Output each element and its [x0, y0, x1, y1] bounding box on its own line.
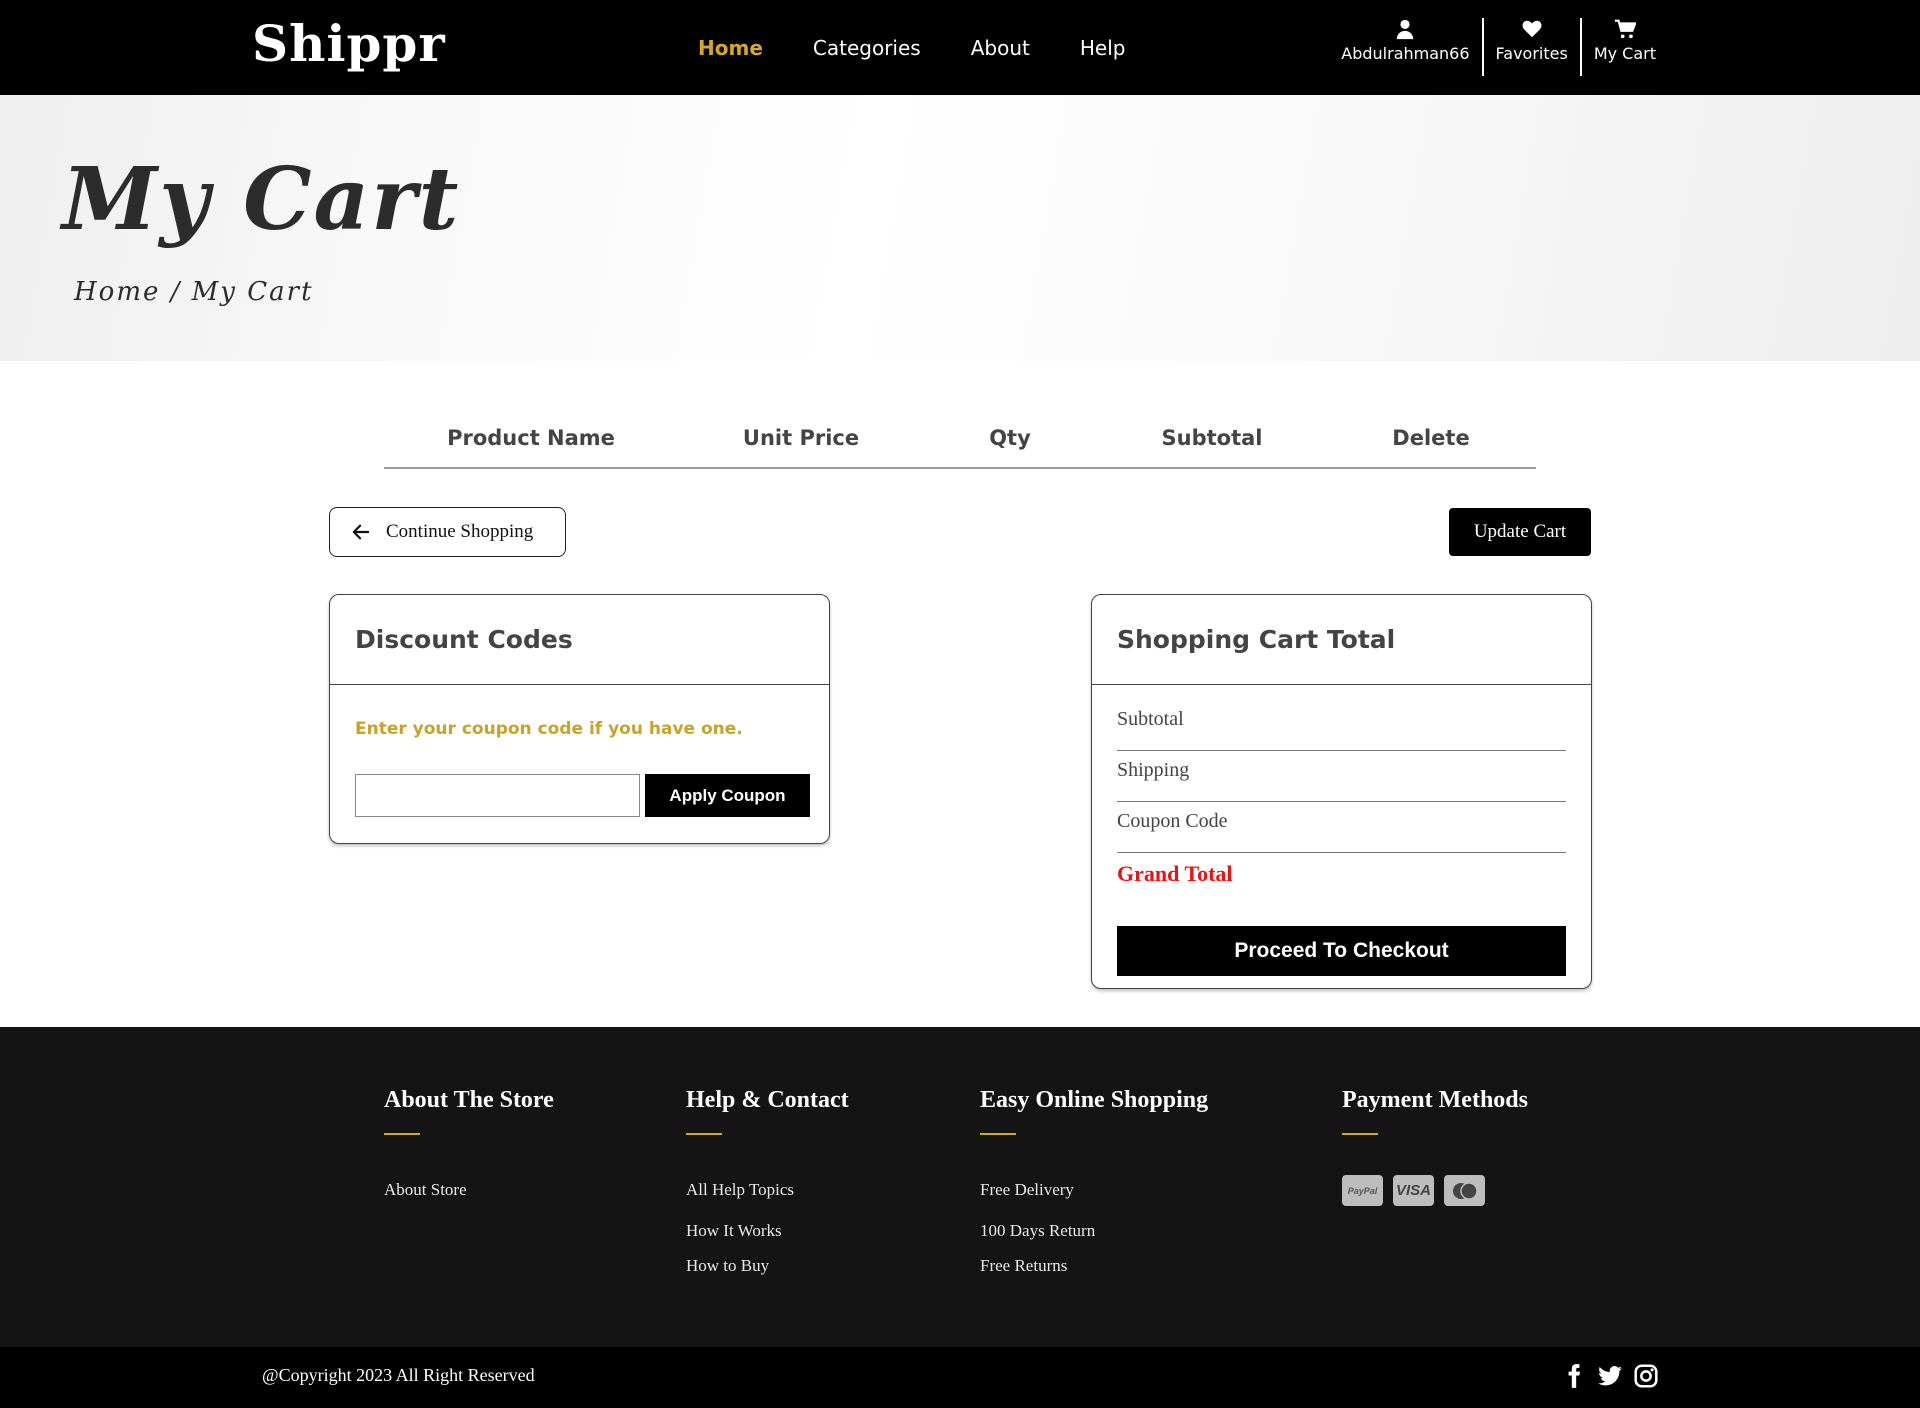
instagram-icon[interactable] — [1633, 1363, 1659, 1389]
breadcrumb-home[interactable]: Home — [74, 277, 160, 307]
brand-logo[interactable]: Shippr — [252, 14, 446, 73]
footer-link-how-it-works[interactable]: How It Works — [686, 1221, 849, 1241]
navbar: Shippr Home Categories About Help Abdulr… — [0, 0, 1920, 95]
footer-col-about: About The Store About Store — [384, 1087, 554, 1200]
column-subtotal: Subtotal — [1161, 426, 1263, 450]
account-username: Abdulrahman66 — [1341, 44, 1470, 63]
page-hero: My Cart Home / My Cart — [0, 95, 1920, 361]
coupon-input[interactable] — [355, 774, 640, 817]
footer-link-100-days-return[interactable]: 100 Days Return — [980, 1221, 1208, 1241]
mastercard-circles — [1452, 1181, 1478, 1200]
discount-codes-panel: Discount Codes Enter your coupon code if… — [329, 594, 830, 844]
footer-underline — [384, 1133, 420, 1135]
total-row-shipping: Shipping — [1117, 751, 1566, 802]
column-product-name: Product Name — [447, 426, 615, 450]
footer-link-free-returns[interactable]: Free Returns — [980, 1256, 1208, 1276]
cart-table-header: Product Name Unit Price Qty Subtotal Del… — [384, 424, 1536, 469]
footer-link-how-to-buy[interactable]: How to Buy — [686, 1256, 849, 1276]
nav-home[interactable]: Home — [698, 36, 763, 60]
footer-col-shopping: Easy Online Shopping Free Delivery 100 D… — [980, 1087, 1208, 1276]
footer-link-about-store[interactable]: About Store — [384, 1180, 554, 1200]
column-delete: Delete — [1392, 426, 1470, 450]
coupon-hint: Enter your coupon code if you have one. — [355, 719, 743, 739]
footer-heading-payment: Payment Methods — [1342, 1087, 1528, 1113]
continue-shopping-button[interactable]: Continue Shopping — [329, 507, 566, 557]
footer-underline — [686, 1133, 722, 1135]
footer-underline — [1342, 1133, 1378, 1135]
visa-text: VISA — [1395, 1182, 1431, 1199]
cart-button[interactable]: My Cart — [1579, 18, 1668, 76]
breadcrumb: Home / My Cart — [74, 277, 314, 307]
footer-col-help: Help & Contact All Help Topics How It Wo… — [686, 1087, 849, 1276]
payment-icons: PayPal VISA — [1342, 1175, 1528, 1206]
favorites-button[interactable]: Favorites — [1481, 18, 1580, 76]
cart-total-panel: Shopping Cart Total Subtotal Shipping Co… — [1091, 594, 1592, 989]
cart-icon — [1614, 19, 1636, 39]
nav-help[interactable]: Help — [1080, 36, 1126, 60]
grand-total-label: Grand Total — [1117, 861, 1233, 886]
facebook-icon[interactable] — [1561, 1363, 1587, 1389]
paypal-icon: PayPal — [1342, 1175, 1383, 1206]
apply-coupon-button[interactable]: Apply Coupon — [645, 774, 810, 817]
nav-about[interactable]: About — [971, 36, 1030, 60]
breadcrumb-current: My Cart — [191, 277, 314, 307]
breadcrumb-separator: / — [170, 277, 182, 307]
footer-col-payment: Payment Methods PayPal VISA — [1342, 1087, 1528, 1206]
bottom-bar: @Copyright 2023 All Right Reserved — [0, 1347, 1920, 1408]
user-icon — [1397, 19, 1414, 40]
discount-codes-title: Discount Codes — [330, 595, 829, 685]
heart-icon — [1522, 20, 1542, 38]
footer-heading-help: Help & Contact — [686, 1087, 849, 1113]
page-title: My Cart — [62, 149, 461, 250]
continue-shopping-label: Continue Shopping — [386, 521, 534, 542]
total-rows: Subtotal Shipping Coupon Code Grand Tota… — [1117, 700, 1566, 904]
main-nav: Home Categories About Help — [698, 36, 1125, 60]
social-links — [1561, 1363, 1659, 1389]
favorites-label: Favorites — [1495, 44, 1568, 63]
nav-categories[interactable]: Categories — [813, 36, 921, 60]
footer-underline — [980, 1133, 1016, 1135]
footer: About The Store About Store Help & Conta… — [0, 1027, 1920, 1347]
footer-heading-about: About The Store — [384, 1087, 554, 1113]
twitter-icon[interactable] — [1597, 1363, 1623, 1389]
column-qty: Qty — [989, 426, 1031, 450]
footer-link-free-delivery[interactable]: Free Delivery — [980, 1180, 1208, 1200]
mastercard-icon — [1444, 1175, 1485, 1206]
paypal-text: PayPal — [1347, 1185, 1378, 1196]
footer-link-help-topics[interactable]: All Help Topics — [686, 1180, 849, 1200]
cart-label: My Cart — [1593, 44, 1656, 63]
checkout-button[interactable]: Proceed To Checkout — [1117, 926, 1566, 976]
account-button[interactable]: Abdulrahman66 — [1329, 18, 1481, 76]
total-row-subtotal: Subtotal — [1117, 700, 1566, 751]
cart-total-title: Shopping Cart Total — [1092, 595, 1591, 685]
total-row-coupon: Coupon Code — [1117, 802, 1566, 853]
update-cart-button[interactable]: Update Cart — [1449, 508, 1591, 556]
footer-heading-shopping: Easy Online Shopping — [980, 1087, 1209, 1113]
copyright-text: @Copyright 2023 All Right Reserved — [262, 1365, 535, 1385]
arrow-left-icon — [352, 524, 370, 540]
visa-icon: VISA — [1393, 1175, 1434, 1206]
column-unit-price: Unit Price — [742, 426, 860, 450]
nav-actions: Abdulrahman66 Favorites My Cart — [1329, 18, 1668, 76]
